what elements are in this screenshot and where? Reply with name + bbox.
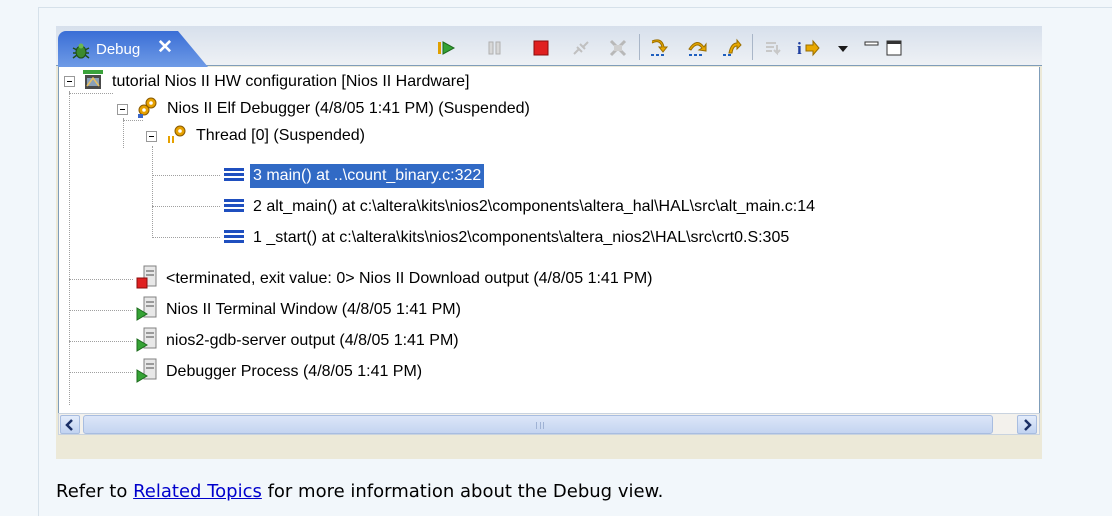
debug-view: Debug ✕ i tutorial Nios II HW configurat… [56, 26, 1042, 459]
collapse-toggle[interactable] [117, 104, 128, 115]
svg-text:i: i [797, 39, 802, 58]
help-text-before: Refer to [56, 481, 134, 502]
tree-item-label: Nios II Terminal Window (4/8/05 1:41 PM) [166, 301, 461, 318]
bug-icon [70, 42, 92, 64]
instruction-step-icon[interactable]: i [795, 37, 820, 59]
tree-item-launch[interactable]: tutorial Nios II HW configuration [Nios … [81, 68, 472, 96]
tab-close-button[interactable]: ✕ [157, 38, 173, 58]
running-process-icon [135, 326, 159, 356]
tab-debug[interactable]: Debug ✕ [58, 31, 208, 67]
tree-item-debugger[interactable]: Nios II Elf Debugger (4/8/05 1:41 PM) (S… [136, 95, 533, 123]
stack-frame-row[interactable]: 1 _start() at c:\altera\kits\nios2\compo… [222, 224, 792, 252]
running-process-icon [135, 295, 159, 325]
terminate-icon[interactable] [530, 37, 552, 59]
tree-item-label: <terminated, exit value: 0> Nios II Down… [166, 270, 653, 287]
terminated-process-icon [135, 264, 159, 294]
debug-target-icon [136, 95, 160, 123]
tree-item-process[interactable]: Debugger Process (4/8/05 1:41 PM) [135, 358, 425, 386]
tree-item-label: 2 alt_main() at c:\altera\kits\nios2\com… [253, 198, 816, 215]
tree-item-process[interactable]: nios2-gdb-server output (4/8/05 1:41 PM) [135, 327, 462, 355]
tree-item-process[interactable]: Nios II Terminal Window (4/8/05 1:41 PM) [135, 296, 464, 324]
remove-terminated-icon [607, 37, 629, 59]
tree-guide [69, 91, 70, 405]
tree-item-label: 1 _start() at c:\altera\kits\nios2\compo… [253, 229, 790, 246]
collapse-toggle[interactable] [64, 76, 75, 87]
scroll-left-button[interactable] [60, 415, 80, 434]
view-menu-icon[interactable] [832, 37, 854, 59]
resume-icon[interactable] [435, 37, 457, 59]
step-over-icon[interactable] [686, 37, 708, 59]
tree-item-thread[interactable]: Thread [0] (Suspended) [165, 122, 368, 150]
view-tabbar: Debug ✕ i [56, 26, 1042, 67]
step-into-icon[interactable] [648, 37, 670, 59]
tab-label: Debug [96, 41, 141, 58]
help-text-after: for more information about the Debug vie… [261, 481, 664, 502]
stack-frame-row[interactable]: 2 alt_main() at c:\altera\kits\nios2\com… [222, 193, 818, 221]
tree-guide [152, 206, 220, 207]
chevron-right-icon [1024, 418, 1032, 431]
chevron-left-icon [65, 418, 73, 431]
tree-guide [69, 341, 133, 342]
running-process-icon [135, 357, 159, 387]
scroll-right-button[interactable] [1017, 415, 1037, 434]
tree-guide [123, 118, 124, 148]
page-border [38, 7, 1112, 8]
launch-config-icon [81, 68, 105, 96]
help-text: Refer to Related Topics for more informa… [56, 481, 663, 502]
step-return-icon[interactable] [721, 37, 743, 59]
tree-item-label: nios2-gdb-server output (4/8/05 1:41 PM) [166, 332, 459, 349]
scrollbar-grip [536, 422, 544, 429]
tree-item-label: 3 main() at ..\count_binary.c:322 [250, 164, 485, 188]
tree-item-label: Nios II Elf Debugger (4/8/05 1:41 PM) (S… [167, 100, 530, 117]
page-border-left [38, 7, 39, 516]
stack-frame-icon [222, 164, 246, 188]
tree-guide [152, 237, 220, 238]
disconnect-icon [570, 37, 592, 59]
suspend-icon [484, 37, 506, 59]
stack-frame-row[interactable]: 3 main() at ..\count_binary.c:322 [222, 162, 485, 190]
debug-tree: tutorial Nios II HW configuration [Nios … [58, 67, 1040, 413]
tree-guide [152, 175, 220, 176]
drop-to-frame-icon [762, 37, 784, 59]
related-topics-link[interactable]: Related Topics [133, 481, 262, 502]
stack-frame-icon [222, 195, 246, 219]
tree-item-label: tutorial Nios II HW configuration [Nios … [112, 73, 470, 90]
toolbar-separator [639, 34, 640, 60]
stack-frame-icon [222, 226, 246, 250]
minimize-icon[interactable] [861, 37, 883, 59]
tree-guide [69, 279, 133, 280]
collapse-toggle[interactable] [146, 131, 157, 142]
scrollbar-thumb[interactable] [83, 415, 993, 434]
tree-guide [69, 372, 133, 373]
tree-guide [69, 310, 133, 311]
tree-item-label: Debugger Process (4/8/05 1:41 PM) [166, 363, 423, 380]
tree-item-process[interactable]: <terminated, exit value: 0> Nios II Down… [135, 265, 656, 293]
toolbar-separator [752, 34, 753, 60]
help-page: Debug ✕ i tutorial Nios II HW configurat… [0, 0, 1112, 516]
tree-guide [152, 146, 153, 238]
tree-item-label: Thread [0] (Suspended) [196, 127, 365, 144]
maximize-icon[interactable] [883, 37, 905, 59]
horizontal-scrollbar[interactable] [58, 413, 1040, 435]
thread-icon [165, 122, 189, 150]
